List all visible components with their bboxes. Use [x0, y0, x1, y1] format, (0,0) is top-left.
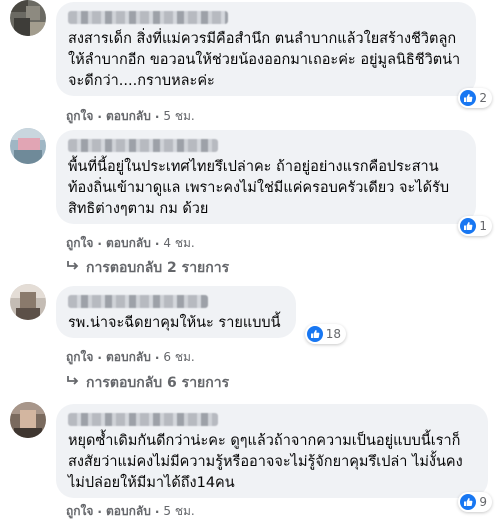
comment-bubble: รพ.น่าจะฉีดยาคุมให้นะ รายแบบนี้ 18 [56, 286, 346, 344]
comment-text: หยุดซ้ำเดิมกันดีกว่าน่ะคะ ดูๆแล้วถ้าจากค… [68, 433, 463, 491]
comment-time[interactable]: 5 ชม. [163, 502, 194, 521]
like-link[interactable]: ถูกใจ [66, 348, 93, 367]
like-link[interactable]: ถูกใจ [66, 107, 93, 126]
reaction-summary[interactable]: 9 [458, 492, 492, 512]
author-name[interactable] [68, 413, 218, 426]
like-link[interactable]: ถูกใจ [66, 234, 93, 253]
reaction-count: 2 [479, 91, 487, 105]
comment-bubble: สงสารเด็ก สิ่งที่แม่ควรมีคือสำนึก ตนลำบา… [56, 2, 492, 108]
reaction-count: 18 [325, 327, 341, 341]
replies-count-label: การตอบกลับ 6 รายการ [86, 375, 230, 391]
comment-text: สงสารเด็ก สิ่งที่แม่ควรมีคือสำนึก ตนลำบา… [68, 31, 461, 89]
reply-arrow-icon [66, 260, 80, 276]
avatar[interactable] [10, 128, 46, 164]
like-icon [460, 494, 477, 510]
comment-actions: ถูกใจ · ตอบกลับ · 6 ชม. [66, 348, 195, 367]
reaction-count: 9 [479, 495, 487, 509]
like-icon [306, 326, 323, 342]
view-replies-link[interactable]: การตอบกลับ 6 รายการ [66, 372, 229, 394]
comment-text: พื้นที่นี้อยู่ในประเทศไทยรึเปล่าคะ ถ้าอย… [68, 159, 450, 217]
avatar[interactable] [10, 284, 46, 320]
comment-text: รพ.น่าจะฉีดยาคุมให้นะ รายแบบนี้ [68, 315, 281, 331]
comment-time[interactable]: 5 ชม. [163, 107, 194, 126]
reaction-summary[interactable]: 1 [458, 216, 492, 236]
reaction-summary[interactable]: 18 [304, 324, 346, 344]
reply-link[interactable]: ตอบกลับ [106, 502, 151, 521]
avatar[interactable] [10, 0, 46, 36]
avatar[interactable] [10, 402, 46, 438]
author-name[interactable] [68, 295, 208, 308]
comment-actions: ถูกใจ · ตอบกลับ · 5 ชม. [66, 502, 195, 521]
like-icon [460, 90, 477, 106]
author-name[interactable] [68, 11, 228, 24]
reply-link[interactable]: ตอบกลับ [106, 348, 151, 367]
comment-actions: ถูกใจ · ตอบกลับ · 5 ชม. [66, 107, 195, 126]
comment-actions: ถูกใจ · ตอบกลับ · 4 ชม. [66, 234, 195, 253]
like-link[interactable]: ถูกใจ [66, 502, 93, 521]
like-icon [460, 218, 477, 234]
view-replies-link[interactable]: การตอบกลับ 2 รายการ [66, 257, 229, 279]
reaction-summary[interactable]: 2 [458, 88, 492, 108]
author-name[interactable] [68, 139, 218, 152]
comment-bubble: พื้นที่นี้อยู่ในประเทศไทยรึเปล่าคะ ถ้าอย… [56, 130, 492, 236]
reaction-count: 1 [479, 219, 487, 233]
comment-time[interactable]: 4 ชม. [163, 234, 194, 253]
reply-link[interactable]: ตอบกลับ [106, 234, 151, 253]
replies-count-label: การตอบกลับ 2 รายการ [86, 260, 230, 276]
comment-time[interactable]: 6 ชม. [163, 348, 194, 367]
reply-arrow-icon [66, 375, 80, 391]
reply-link[interactable]: ตอบกลับ [106, 107, 151, 126]
comment-bubble: หยุดซ้ำเดิมกันดีกว่าน่ะคะ ดูๆแล้วถ้าจากค… [56, 404, 492, 512]
